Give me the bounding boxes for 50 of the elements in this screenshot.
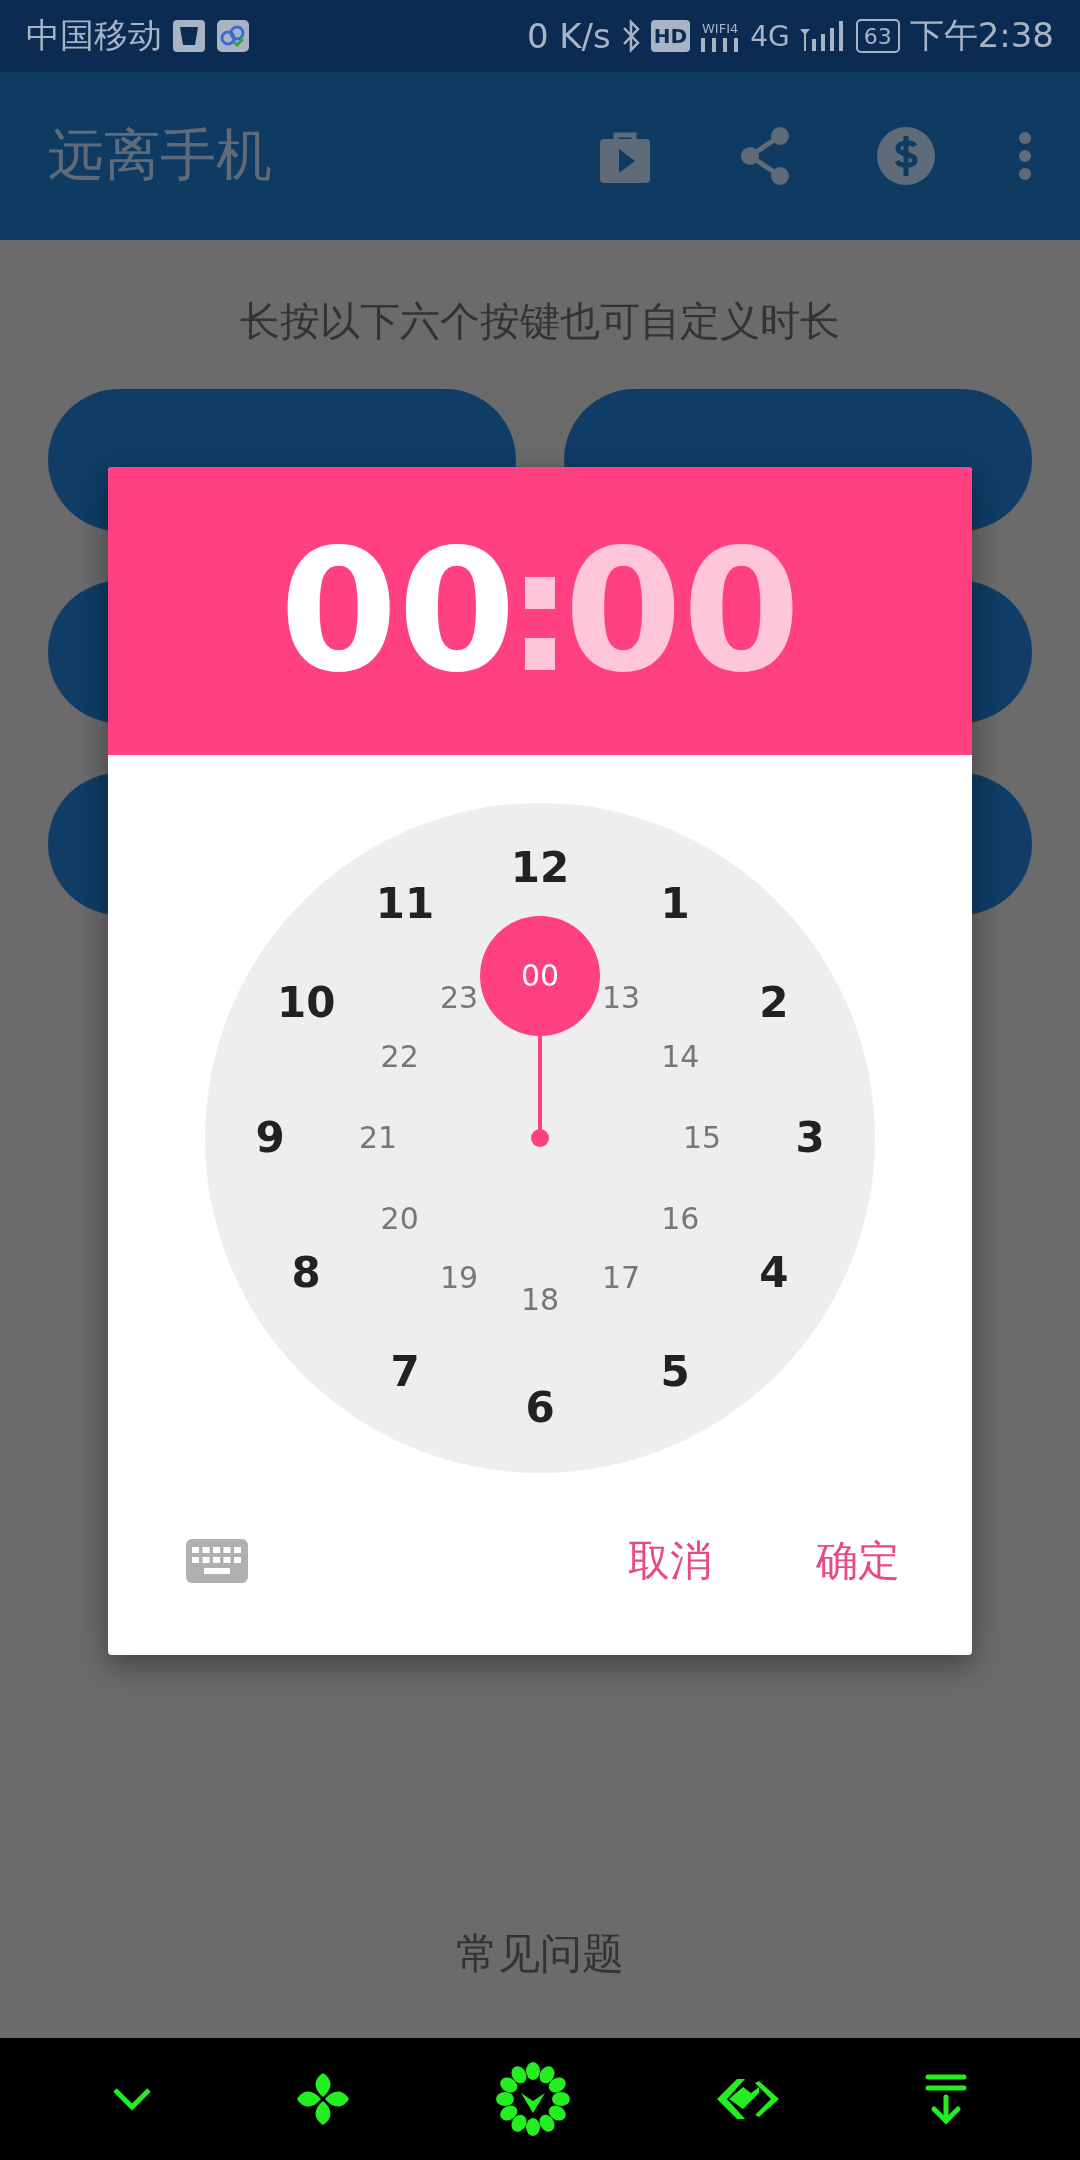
minutes-display[interactable]: 00 <box>564 526 801 696</box>
signal-icon <box>799 19 846 53</box>
hour-number[interactable]: 10 <box>276 982 336 1024</box>
hour-number[interactable]: 23 <box>439 982 479 1013</box>
hour-number[interactable]: 11 <box>375 883 435 926</box>
more-icon[interactable] <box>1018 131 1032 181</box>
download-icon[interactable] <box>924 2073 969 2125</box>
hour-number[interactable]: 22 <box>380 1042 419 1072</box>
hour-number[interactable]: 14 <box>661 1042 700 1072</box>
hour-number[interactable]: 21 <box>358 1123 398 1153</box>
hour-number[interactable]: 12 <box>510 847 570 889</box>
hour-number[interactable]: 17 <box>601 1263 641 1294</box>
hour-number[interactable]: 2 <box>759 982 789 1024</box>
cancel-button[interactable]: 取消 <box>616 1523 724 1599</box>
hour-number[interactable]: 15 <box>682 1123 722 1153</box>
hour-number[interactable]: 18 <box>520 1285 560 1315</box>
hour-number[interactable]: 13 <box>601 982 641 1013</box>
battery-icon: 63 <box>855 19 900 53</box>
hour-number[interactable]: 9 <box>255 1117 285 1159</box>
network-speed: 0 K/s <box>526 16 611 56</box>
hour-number[interactable]: 3 <box>795 1117 825 1159</box>
faq-link[interactable]: 常见问题 <box>456 1926 624 1982</box>
cloud-icon <box>216 19 250 53</box>
hd-badge: HD <box>650 20 691 52</box>
hours-display[interactable]: 00 <box>279 526 516 696</box>
clover-icon[interactable] <box>295 2071 352 2127</box>
hour-number[interactable]: 20 <box>380 1204 419 1234</box>
app-title: 远离手机 <box>48 121 272 189</box>
hour-number[interactable]: 16 <box>661 1204 700 1234</box>
hint-text: 长按以下六个按键也可自定义时长 <box>240 297 840 346</box>
clock-center-dot <box>531 1129 549 1147</box>
bluetooth-icon <box>620 19 641 53</box>
hour-number[interactable]: 5 <box>660 1350 690 1393</box>
confirm-button[interactable]: 确定 <box>804 1523 912 1599</box>
network-type: 4G <box>750 19 790 53</box>
clock-time: 下午2:38 <box>909 14 1054 57</box>
hour-number[interactable]: 7 <box>390 1350 420 1393</box>
hour-number[interactable]: 1 <box>660 883 690 926</box>
dollar-icon[interactable] <box>876 126 936 186</box>
flower-icon[interactable] <box>495 2061 571 2137</box>
wifi-bars-icon <box>700 37 741 52</box>
keyboard-icon[interactable] <box>186 1539 248 1583</box>
hour-number[interactable]: 8 <box>291 1252 321 1294</box>
hour-number[interactable]: 00 <box>520 961 560 991</box>
chevron-down-icon[interactable] <box>111 2087 152 2111</box>
wifi-label: WIFI4 <box>702 20 739 36</box>
hour-number[interactable]: 4 <box>759 1252 789 1294</box>
carrier-name: 中国移动 <box>26 14 162 57</box>
hour-number[interactable]: 6 <box>525 1387 555 1429</box>
hour-number[interactable]: 19 <box>439 1263 479 1294</box>
